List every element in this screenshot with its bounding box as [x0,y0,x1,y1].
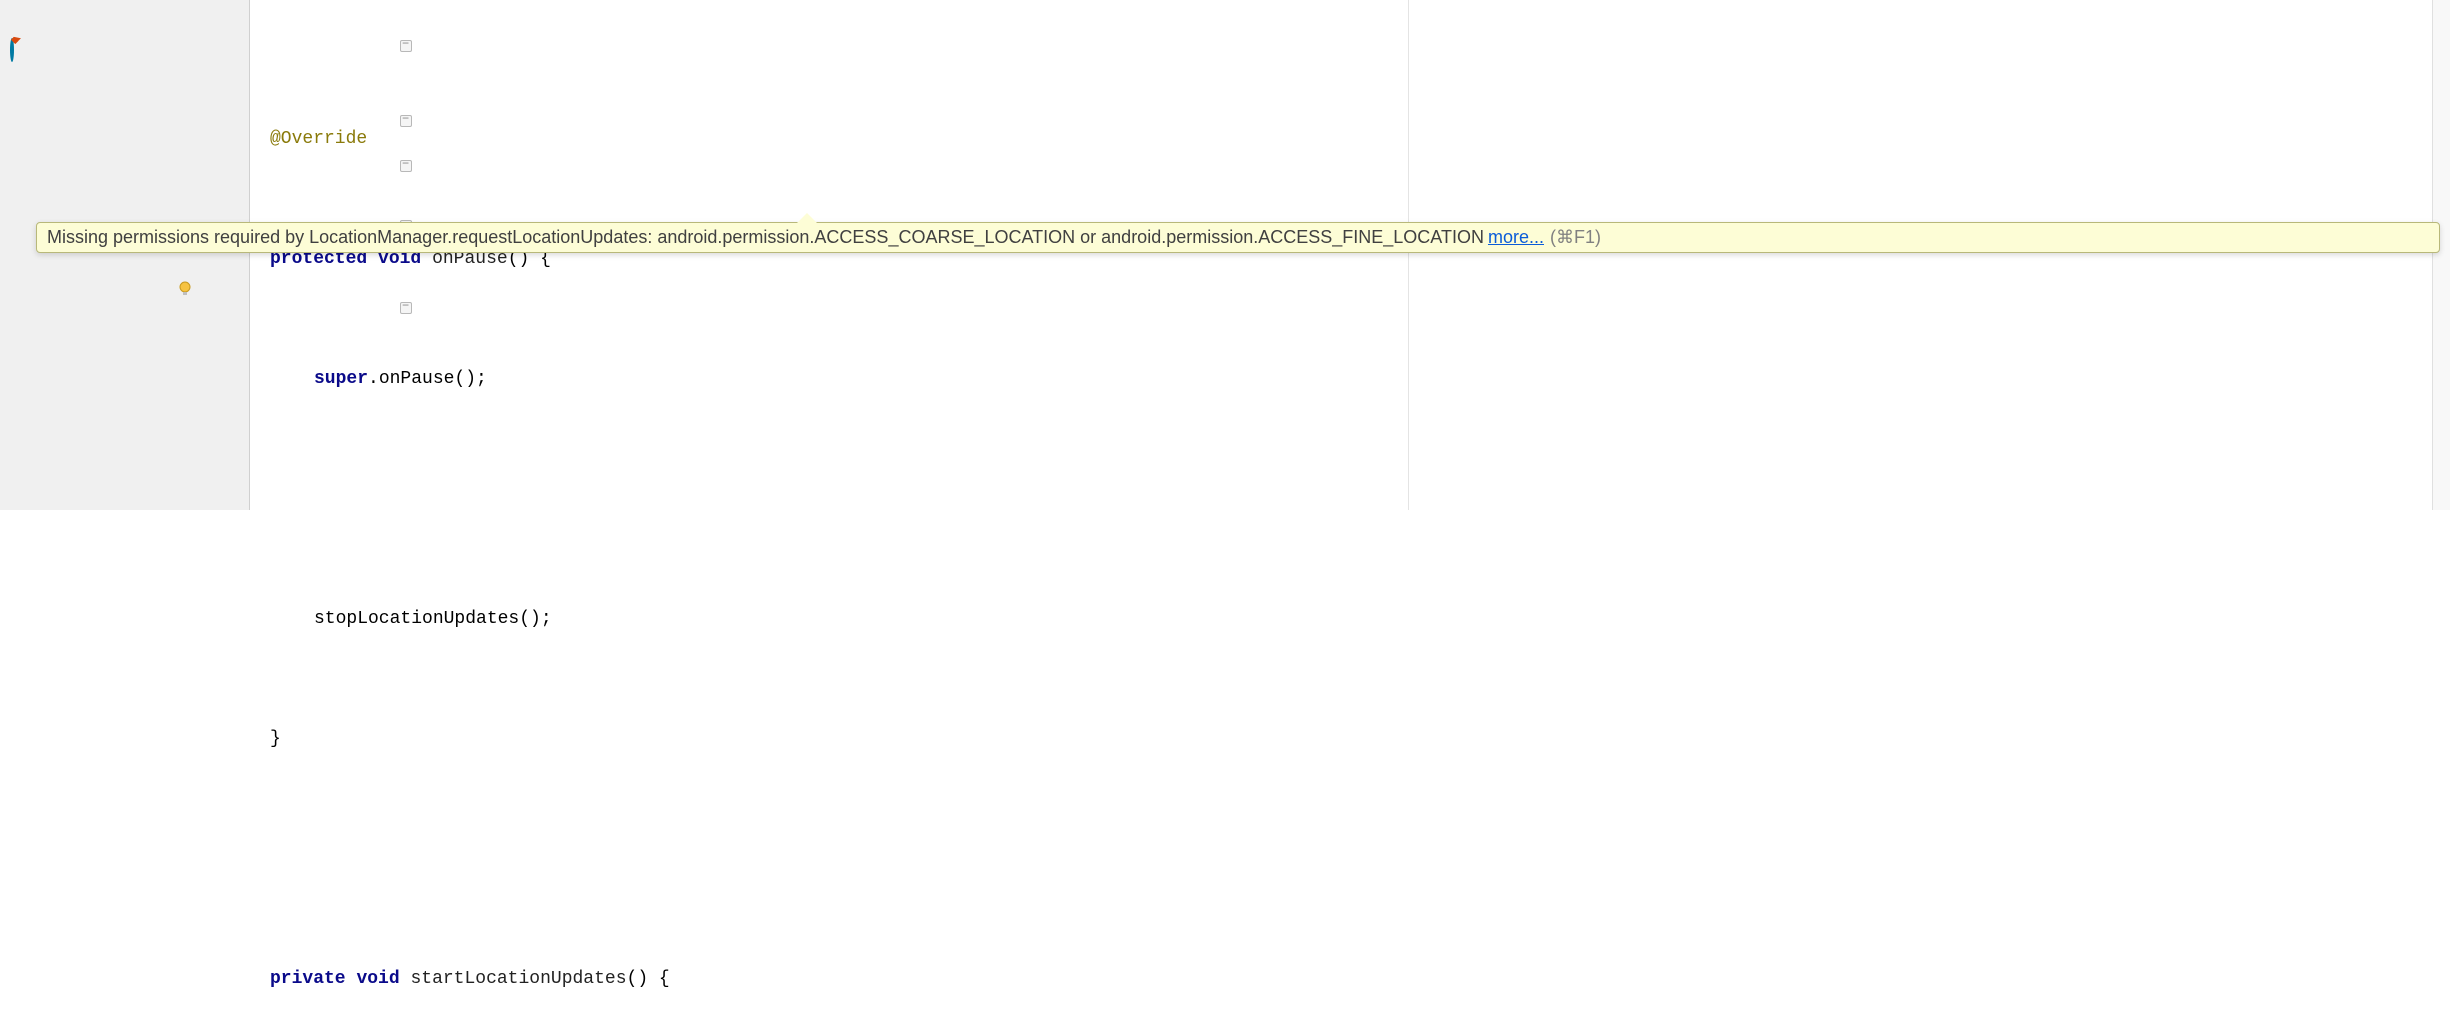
intention-bulb-icon[interactable] [176,280,194,298]
code-text: stopLocationUpdates(); [314,609,552,629]
code-content[interactable]: @Override protected void onPause() { sup… [250,0,2432,510]
keyword-super: super [314,369,368,389]
keyword-private: private [270,969,346,989]
scrollbar[interactable] [2432,0,2450,510]
code-text: .onPause(); [368,369,487,389]
method-name: startLocationUpdates [410,969,626,989]
gutter [0,0,250,510]
keyword-void: void [356,969,399,989]
code-text: () { [627,969,670,989]
tooltip-shortcut: (⌘F1) [1550,227,1601,248]
brace: } [270,729,281,749]
tooltip-text: Missing permissions required by Location… [47,227,1484,248]
override-up-icon[interactable] [10,40,28,58]
tooltip-more-link[interactable]: more... [1488,227,1544,248]
right-margin-line [1408,0,1409,510]
inspection-tooltip: Missing permissions required by Location… [36,222,2440,253]
code-editor[interactable]: @Override protected void onPause() { sup… [0,0,2450,510]
annotation: @Override [270,129,367,149]
